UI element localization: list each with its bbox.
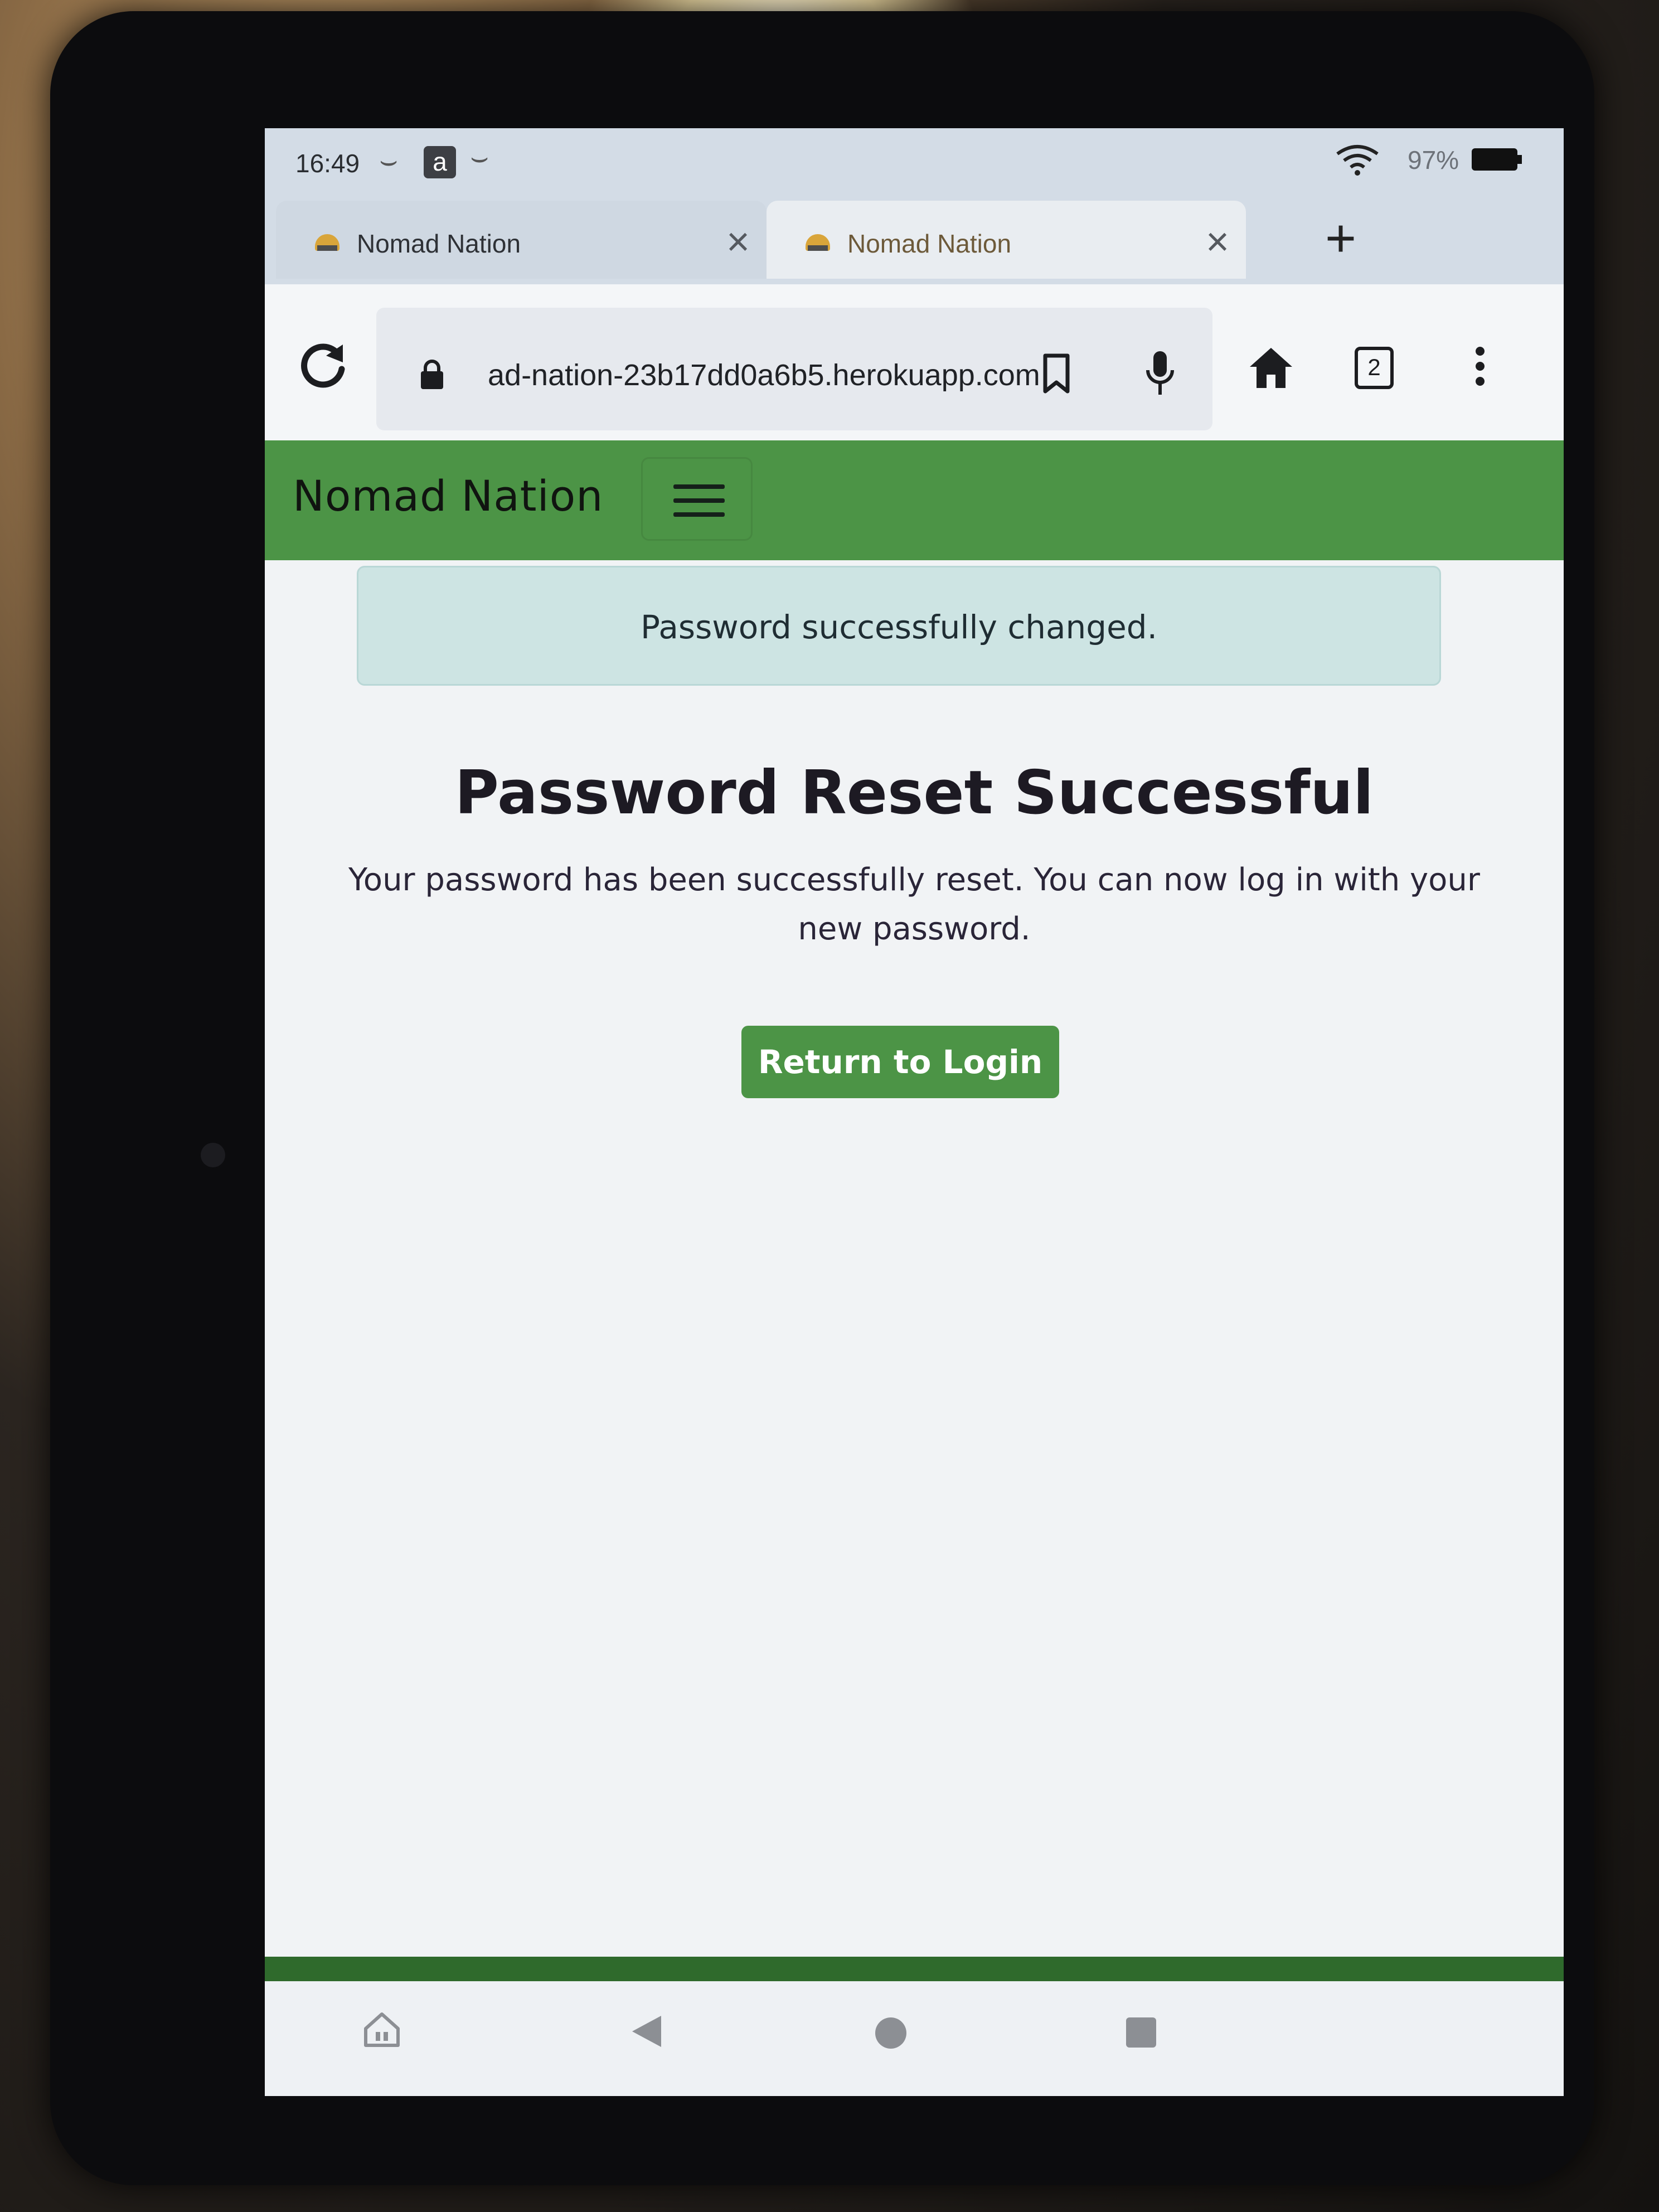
browser-tab-active[interactable]: Nomad Nation × — [767, 201, 1246, 279]
favicon-icon — [806, 234, 830, 251]
home-button-icon[interactable] — [875, 2017, 906, 2049]
battery-percentage: 97% — [1408, 145, 1459, 174]
battery-icon — [1472, 148, 1522, 171]
page-title: Password Reset Successful — [454, 758, 1374, 828]
tab-count-button[interactable]: 2 — [1355, 347, 1394, 389]
reload-icon[interactable] — [298, 340, 348, 390]
return-to-login-button[interactable]: Return to Login — [741, 1026, 1059, 1098]
menu-icon[interactable] — [1472, 347, 1488, 391]
camera-icon — [201, 1143, 225, 1167]
amazon-icon: a — [424, 146, 456, 178]
close-tab-icon[interactable]: × — [726, 222, 750, 262]
hamburger-menu-icon[interactable] — [641, 457, 753, 541]
status-time: 16:49 — [295, 149, 360, 178]
tab-title: Nomad Nation — [357, 229, 521, 258]
browser-toolbar: ad-nation-23b17dd0a6b5.herokuapp.com 2 — [265, 284, 1564, 440]
lock-icon — [421, 360, 443, 389]
site-footer — [265, 1957, 1564, 1981]
page-message: Your password has been successfully rese… — [348, 862, 1480, 947]
back-icon[interactable] — [630, 2014, 663, 2049]
success-alert: Password successfully changed. — [357, 566, 1441, 686]
site-brand[interactable]: Nomad Nation — [293, 471, 603, 521]
status-bar: 16:49 ⌣ a ⌣ 97% — [265, 128, 1564, 184]
mic-icon[interactable] — [1144, 350, 1176, 397]
browser-tab[interactable]: Nomad Nation × — [276, 201, 767, 279]
home-icon[interactable] — [1249, 347, 1293, 389]
tablet-screen: 16:49 ⌣ a ⌣ 97% Nomad Nation × Nomad Nat — [265, 128, 1564, 2096]
close-tab-icon[interactable]: × — [1206, 222, 1229, 262]
new-tab-button[interactable]: + — [1313, 212, 1369, 268]
site-navbar: Nomad Nation — [265, 440, 1564, 560]
home-app-icon[interactable] — [362, 2012, 401, 2048]
notification-indicator-icon: ⌣ — [470, 141, 489, 173]
wifi-icon — [1336, 145, 1379, 176]
url-text[interactable]: ad-nation-23b17dd0a6b5.herokuapp.com — [488, 358, 1040, 392]
bookmark-icon[interactable] — [1042, 353, 1070, 394]
tab-title: Nomad Nation — [847, 229, 1012, 258]
android-navigation-bar — [265, 1981, 1564, 2096]
browser-tab-strip: Nomad Nation × Nomad Nation × + — [265, 184, 1564, 284]
tablet-device: 16:49 ⌣ a ⌣ 97% Nomad Nation × Nomad Nat — [50, 11, 1594, 2185]
notification-indicator-icon: ⌣ — [379, 144, 399, 177]
favicon-icon — [315, 234, 339, 251]
recents-icon[interactable] — [1126, 2017, 1156, 2048]
address-bar[interactable]: ad-nation-23b17dd0a6b5.herokuapp.com — [376, 308, 1212, 430]
